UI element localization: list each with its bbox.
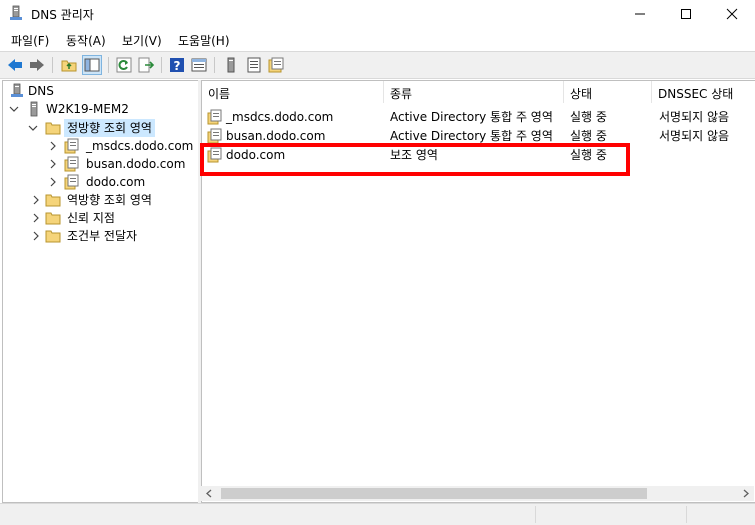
folder-open-icon	[45, 122, 61, 135]
chevron-right-icon[interactable]	[48, 159, 58, 169]
properties-icon[interactable]	[190, 56, 208, 74]
window-title: DNS 관리자	[31, 8, 94, 22]
export-list-icon[interactable]	[137, 56, 155, 74]
toolbar: ?	[0, 51, 755, 79]
console-tree: DNS W2K19-MEM2 정방향 조회 영역 _msdcs.dodo.com…	[2, 80, 199, 503]
table-row[interactable]: _msdcs.dodo.com Active Directory 통합 주 영역…	[202, 108, 755, 127]
tree-label-trust-points: 신뢰 지점	[67, 211, 115, 225]
menu-help[interactable]: 도움말(H)	[178, 32, 230, 49]
zone-icon	[64, 138, 79, 154]
status-bar	[0, 503, 755, 525]
cell-name: _msdcs.dodo.com	[226, 110, 334, 124]
maximize-icon	[681, 9, 691, 19]
zone-icon	[64, 156, 79, 172]
minimize-icon	[635, 13, 645, 15]
chevron-right-icon[interactable]	[31, 195, 41, 205]
records-list-icon[interactable]	[245, 56, 263, 74]
up-folder-icon[interactable]	[60, 56, 78, 74]
status-segment	[686, 506, 755, 523]
column-header-dnssec[interactable]: DNSSEC 상태	[652, 81, 755, 103]
help-icon[interactable]: ?	[168, 56, 186, 74]
tree-label-zone: busan.dodo.com	[86, 157, 186, 171]
cell-dnssec: 서명되지 않음	[659, 110, 730, 124]
tree-label-zone: dodo.com	[86, 175, 146, 189]
menu-action[interactable]: 동작(A)	[66, 32, 106, 49]
server-icon[interactable]	[222, 56, 240, 74]
scrollbar-thumb[interactable]	[221, 488, 647, 499]
tree-label-forward-zones: 정방향 조회 영역	[64, 119, 155, 137]
zone-icon	[207, 128, 222, 144]
menu-view[interactable]: 보기(V)	[122, 32, 162, 49]
menu-file[interactable]: 파일(F)	[11, 32, 49, 49]
refresh-icon[interactable]	[115, 56, 133, 74]
horizontal-scrollbar[interactable]	[201, 486, 754, 501]
scroll-left-icon[interactable]	[205, 489, 214, 498]
zone-file-icon[interactable]	[267, 56, 285, 74]
close-icon	[726, 8, 738, 20]
chevron-right-icon[interactable]	[31, 213, 41, 223]
cell-status: 실행 중	[570, 110, 607, 124]
column-header-status[interactable]: 상태	[564, 81, 652, 103]
back-arrow-icon[interactable]	[6, 56, 24, 74]
folder-icon	[45, 230, 61, 243]
close-button[interactable]	[709, 0, 755, 28]
tree-label-conditional-forwarders: 조건부 전달자	[67, 229, 138, 243]
minimize-button[interactable]	[617, 0, 663, 28]
cell-type: Active Directory 통합 주 영역	[390, 110, 553, 124]
chevron-down-icon[interactable]	[9, 104, 19, 114]
chevron-right-icon[interactable]	[48, 141, 58, 151]
zone-icon	[64, 174, 79, 190]
status-segment	[535, 506, 686, 523]
scroll-right-icon[interactable]	[741, 489, 750, 498]
chevron-right-icon[interactable]	[31, 231, 41, 241]
title-bar: DNS 관리자	[0, 0, 755, 28]
server-icon	[30, 101, 38, 117]
chevron-right-icon[interactable]	[48, 177, 58, 187]
folder-icon	[45, 212, 61, 225]
dns-app-icon	[10, 5, 22, 20]
svg-text:?: ?	[174, 59, 181, 73]
forward-arrow-icon[interactable]	[28, 56, 46, 74]
menu-bar: 파일(F) 동작(A) 보기(V) 도움말(H)	[0, 28, 755, 50]
dns-root-icon	[11, 83, 23, 97]
tree-label-reverse-zones: 역방향 조회 영역	[67, 193, 152, 207]
folder-icon	[45, 194, 61, 207]
tree-label-dns: DNS	[28, 84, 54, 98]
column-header-name[interactable]: 이름	[202, 81, 384, 103]
column-header-type[interactable]: 종류	[384, 81, 564, 103]
cell-dnssec: 서명되지 않음	[659, 129, 730, 143]
tree-label-zone: _msdcs.dodo.com	[86, 139, 194, 153]
maximize-button[interactable]	[663, 0, 709, 28]
zone-icon	[207, 109, 222, 125]
tree-label-server: W2K19-MEM2	[46, 102, 129, 116]
highlight-box	[200, 143, 630, 176]
chevron-down-icon[interactable]	[28, 123, 38, 133]
console-tree-toggle-icon[interactable]	[82, 55, 102, 75]
